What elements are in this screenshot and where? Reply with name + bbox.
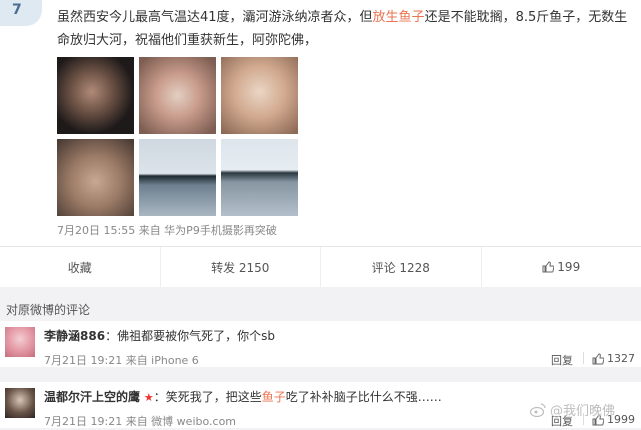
post-image-6[interactable]: [221, 139, 298, 216]
post-image-1[interactable]: [57, 57, 134, 134]
vip-star-icon: ★: [143, 391, 154, 404]
comment-text: 佛祖都要被你气死了，你个sb: [117, 329, 275, 343]
comment-like-button[interactable]: 1327: [592, 352, 635, 365]
commenter-avatar[interactable]: [5, 388, 35, 418]
post-text: 虽然西安今儿最高气温达41度，灞河游泳纳凉者众，但放生鱼子还是不能耽搁，8.5斤…: [57, 6, 635, 52]
collect-label: 收藏: [67, 260, 92, 275]
post-meta: 7月20日 15:55 来自 华为P9手机摄影再突破: [57, 224, 277, 237]
divider: [583, 352, 584, 364]
post-image-2[interactable]: [139, 57, 216, 134]
comment-like-count: 1327: [607, 352, 635, 365]
post-text-part: 虽然西安今儿最高气温达41度，灞河游泳纳凉者众，但: [57, 10, 373, 25]
post-image-4[interactable]: [57, 139, 134, 216]
commenter-name[interactable]: 李静涵886: [44, 329, 105, 343]
post-highlight-link[interactable]: 放生鱼子: [373, 10, 425, 25]
comment-line: 李静涵886：佛祖都要被你气死了，你个sb: [44, 327, 275, 344]
weibo-post: 7 虽然西安今儿最高气温达41度，灞河游泳纳凉者众，但放生鱼子还是不能耽搁，8.…: [0, 0, 641, 246]
watermark-text: @我们晚佛: [550, 404, 616, 419]
repost-label: 转发 2150: [211, 260, 270, 275]
comment-meta: 7月21日 19:21 来自 微博 weibo.com: [44, 415, 237, 428]
user-avatar[interactable]: 7: [0, 0, 42, 26]
comment-line: 温都尔汗上空的鹰 ★：笑死我了，把这些鱼子吃了补补脑子比什么不强……: [44, 388, 442, 405]
comment-text: 吃了补补脑子比什么不强……: [285, 390, 442, 404]
repost-button[interactable]: 转发 2150: [161, 247, 321, 287]
thumbs-up-icon: [542, 261, 555, 273]
commenter-avatar[interactable]: [5, 327, 35, 357]
commenter-name[interactable]: 温都尔汗上空的鹰: [44, 390, 140, 404]
comment-label: 评论 1228: [371, 260, 430, 275]
watermark: @我们晚佛: [529, 400, 616, 419]
collect-button[interactable]: 收藏: [0, 247, 161, 287]
post-actions-bar: 收藏 转发 2150 评论 1228 199: [0, 246, 641, 287]
like-count: 199: [557, 260, 581, 274]
reply-button[interactable]: 回复: [551, 352, 573, 368]
comment-button[interactable]: 评论 1228: [321, 247, 482, 287]
comment-item: 李静涵886：佛祖都要被你气死了，你个sb 7月21日 19:21 来自 iPh…: [0, 321, 641, 367]
comment-highlight-link[interactable]: 鱼子: [262, 390, 286, 404]
post-image-3[interactable]: [221, 57, 298, 134]
thumbs-up-icon: [592, 352, 604, 365]
comment-separator: ：: [105, 329, 118, 343]
post-image-5[interactable]: [139, 139, 216, 216]
like-button[interactable]: 199: [482, 247, 641, 287]
comment-separator: ：: [153, 390, 166, 404]
comment-meta: 7月21日 19:21 来自 iPhone 6: [44, 354, 199, 367]
weibo-logo-icon: [529, 402, 546, 417]
comments-section-title: 对原微博的评论: [6, 303, 91, 317]
comment-text: 笑死我了，把这些: [165, 390, 262, 404]
